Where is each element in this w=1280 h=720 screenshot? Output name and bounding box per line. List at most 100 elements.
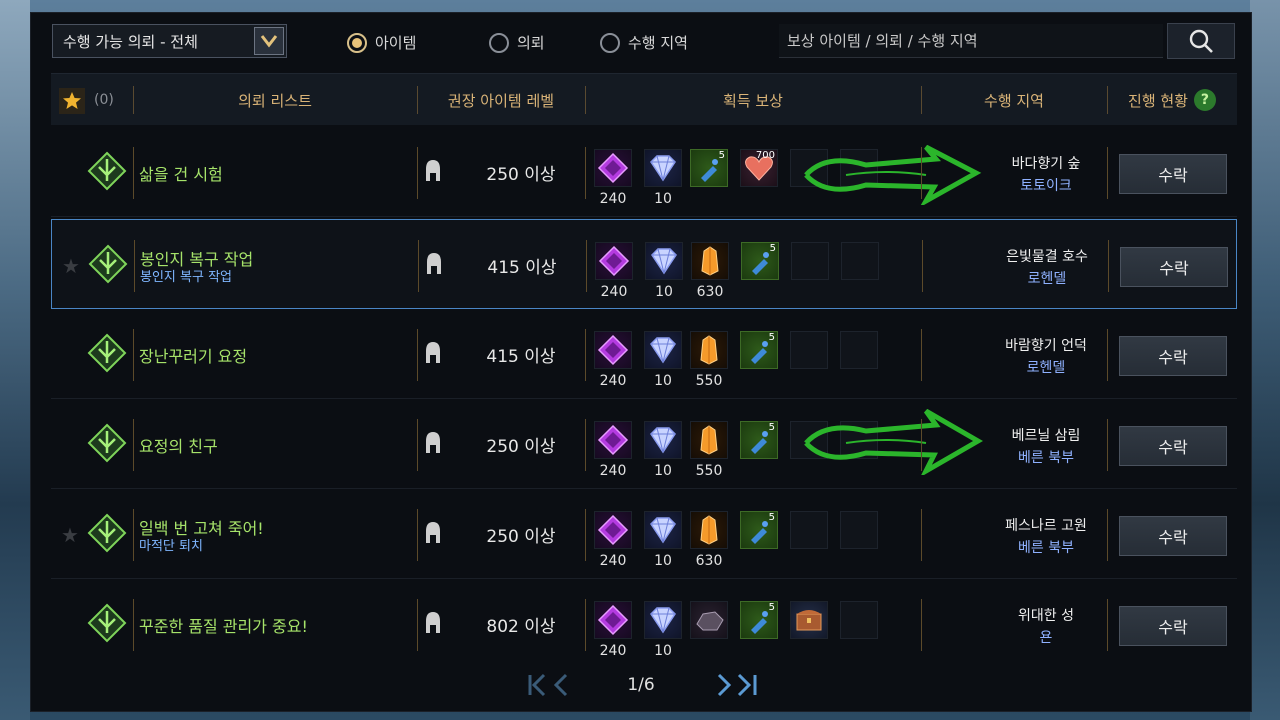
reward-slot[interactable] <box>690 511 728 549</box>
radio-item[interactable]: 아이템 <box>347 32 416 53</box>
accept-button[interactable]: 수락 <box>1119 336 1227 376</box>
radio-quest[interactable]: 의뢰 <box>489 32 545 53</box>
accept-button[interactable]: 수락 <box>1119 606 1227 646</box>
row-divider <box>585 509 586 561</box>
favorite-star-icon[interactable]: ★ <box>61 523 79 547</box>
reward-slot[interactable] <box>594 331 632 369</box>
reward-slot[interactable] <box>690 601 728 639</box>
quest-row[interactable]: ★ 봉인지 복구 작업 봉인지 복구 작업 415 이상 240 10 630 … <box>51 219 1237 309</box>
quest-title: 삶을 건 시험 <box>139 165 223 184</box>
search-button[interactable] <box>1167 23 1235 59</box>
reward-count: 5 <box>718 150 725 161</box>
reward-slot[interactable] <box>595 242 633 280</box>
reward-slot[interactable]: 5 <box>690 149 728 187</box>
helmet-icon <box>426 612 440 633</box>
reward-slot[interactable] <box>594 421 632 459</box>
reward-amount: 10 <box>654 643 672 659</box>
reward-slot[interactable] <box>594 511 632 549</box>
reward-slot[interactable] <box>594 601 632 639</box>
quest-filter-dropdown[interactable]: 수행 가능 의뢰 - 전체 <box>52 24 287 58</box>
reward-slot[interactable] <box>644 331 682 369</box>
reward-slot[interactable] <box>644 601 682 639</box>
chevron-down-icon[interactable] <box>254 27 284 55</box>
empty-reward-slot <box>840 601 878 639</box>
reward-count: 5 <box>768 332 775 343</box>
double-chevron-right-icon <box>717 673 757 697</box>
row-divider <box>921 509 922 561</box>
quest-region: 바다향기 숲 토토이크 <box>951 153 1141 195</box>
row-divider <box>418 240 419 292</box>
accept-button[interactable]: 수락 <box>1119 154 1227 194</box>
quest-board-panel: 수행 가능 의뢰 - 전체 아이템 의뢰 수행 지역 (0) 의뢰 리스트 <box>30 12 1252 712</box>
reward-slot[interactable]: 5 <box>740 421 778 459</box>
quest-region: 은빛물결 호수 로헨델 <box>952 246 1142 288</box>
reward-slot[interactable]: 5 <box>740 511 778 549</box>
reward-slot[interactable] <box>644 511 682 549</box>
reward-slot[interactable]: 5 <box>740 331 778 369</box>
reward-slot[interactable] <box>691 242 729 280</box>
header-progress-label: 진행 현황 <box>1128 91 1188 110</box>
reward-slot[interactable] <box>644 149 682 187</box>
accept-button[interactable]: 수락 <box>1119 426 1227 466</box>
search-icon <box>1189 29 1213 53</box>
reward-slot[interactable]: 5 <box>741 242 779 280</box>
help-icon[interactable]: ? <box>1193 89 1216 111</box>
quest-emblem-icon <box>87 151 127 191</box>
purple-crystal-icon <box>598 245 630 277</box>
recommended-level: 250 이상 <box>486 527 556 547</box>
reward-slot[interactable] <box>690 421 728 459</box>
empty-reward-slot <box>790 331 828 369</box>
radio-button-region[interactable] <box>600 32 620 53</box>
last-page-button[interactable] <box>715 673 759 703</box>
radio-region[interactable]: 수행 지역 <box>600 32 688 53</box>
reward-slot[interactable]: 5 <box>740 601 778 639</box>
reward-count: 5 <box>768 602 775 613</box>
quest-row[interactable]: 요정의 친구 250 이상 240 10 550 5 베르닐 삼림 베른 북부 … <box>51 399 1237 489</box>
reward-slot[interactable] <box>690 331 728 369</box>
empty-reward-slot <box>840 421 878 459</box>
row-divider <box>133 329 134 381</box>
reward-count: 5 <box>769 243 776 254</box>
background-left <box>0 0 30 720</box>
radio-button-quest[interactable] <box>489 32 509 53</box>
orange-crystal-icon <box>700 335 718 365</box>
quest-row[interactable]: 꾸준한 품질 관리가 중요! 802 이상 240 10 5 위대한 성 욘 수… <box>51 579 1237 669</box>
accept-button[interactable]: 수락 <box>1120 247 1228 287</box>
row-divider <box>417 509 418 561</box>
quest-emblem-icon <box>87 333 127 373</box>
region-sub: 베른 북부 <box>1018 540 1074 556</box>
blue-gem-icon <box>650 155 676 182</box>
helmet-icon <box>426 160 440 181</box>
search-input[interactable] <box>779 24 1163 58</box>
reward-slot[interactable]: 700 <box>740 149 778 187</box>
reward-slot[interactable] <box>644 421 682 459</box>
reward-amount: 10 <box>655 284 673 300</box>
region-main: 페스나르 고원 <box>1005 518 1087 534</box>
quest-row[interactable]: 삶을 건 시험 250 이상 240 10 5 700 바다향기 숲 토토이크 … <box>51 127 1237 217</box>
pagination: 1/6 <box>31 671 1251 701</box>
accept-button[interactable]: 수락 <box>1119 516 1227 556</box>
purple-crystal-icon <box>597 152 629 184</box>
table-header: (0) 의뢰 리스트 권장 아이템 레벨 획득 보상 수행 지역 진행 현황 ? <box>51 73 1237 125</box>
recommended-level: 415 이상 <box>486 347 556 367</box>
page-indicator: 1/6 <box>627 675 655 695</box>
radio-button-item[interactable] <box>347 32 367 53</box>
reward-amount: 630 <box>696 284 724 300</box>
row-divider <box>417 329 418 381</box>
dark-ore-icon <box>696 611 724 631</box>
reward-slot[interactable] <box>594 149 632 187</box>
row-divider <box>1107 329 1108 381</box>
favorite-star-icon[interactable]: ★ <box>62 254 80 278</box>
first-page-button[interactable] <box>528 673 572 703</box>
reward-slot[interactable] <box>790 601 828 639</box>
row-divider <box>1107 509 1108 561</box>
recommended-level: 802 이상 <box>486 617 556 637</box>
reward-slot[interactable] <box>645 242 683 280</box>
region-main: 베르닐 삼림 <box>1011 428 1081 444</box>
favorite-filter-button[interactable] <box>59 88 85 114</box>
quest-row[interactable]: ★ 일백 번 고쳐 죽어! 마적단 퇴치 250 이상 240 10 630 5… <box>51 489 1237 579</box>
quest-row[interactable]: 장난꾸러기 요정 415 이상 240 10 550 5 바람향기 언덕 로헨델… <box>51 309 1237 399</box>
quest-title: 꾸준한 품질 관리가 중요! <box>139 617 308 636</box>
blue-gem-icon <box>650 607 676 634</box>
region-main: 바다향기 숲 <box>1011 156 1081 172</box>
